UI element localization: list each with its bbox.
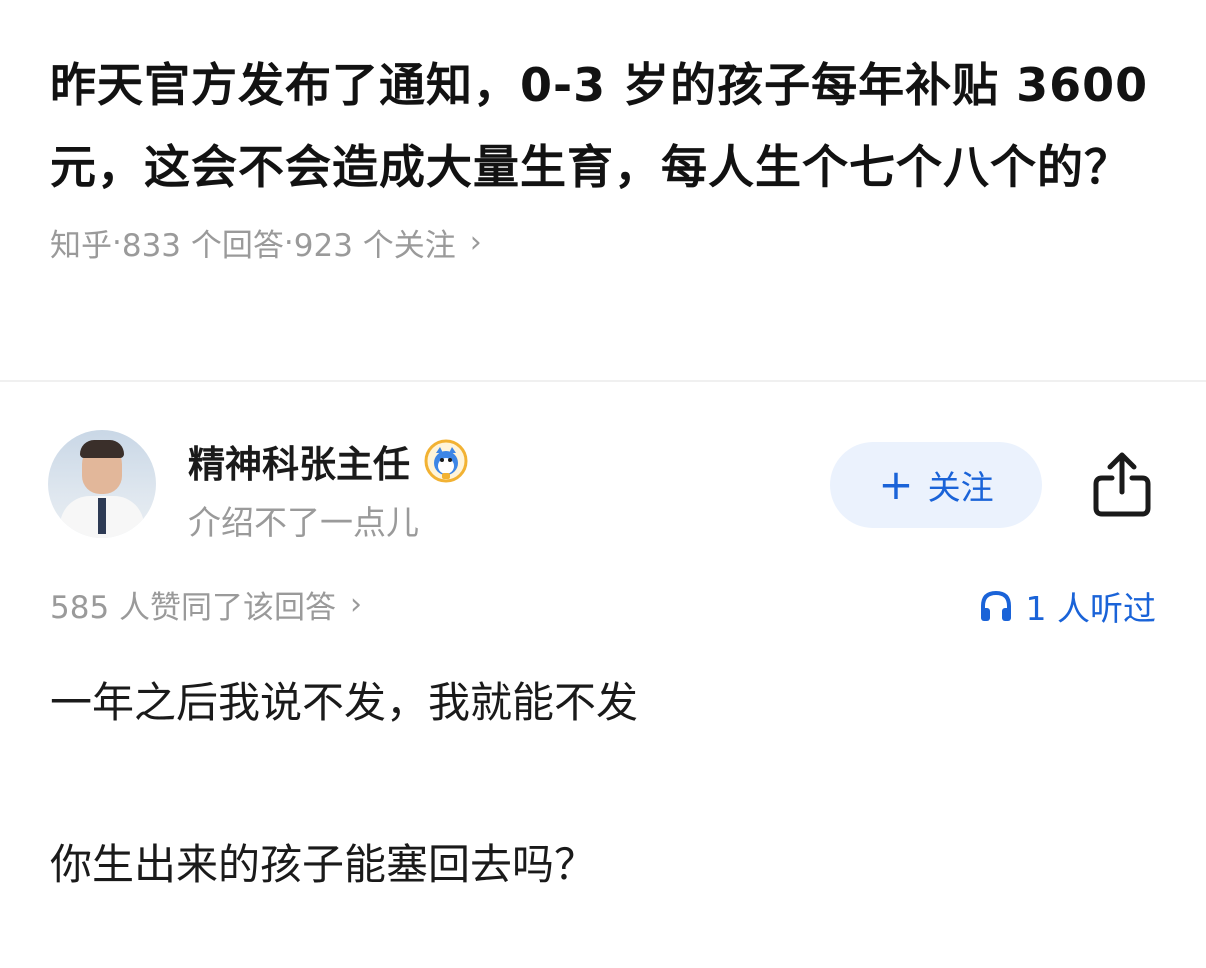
answer-stats: 585 人赞同了该回答 › 1 人听过: [50, 582, 1156, 630]
question-title[interactable]: 昨天官方发布了通知，0-3 岁的孩子每年补贴 3600 元，这会不会造成大量生育…: [50, 44, 1150, 208]
meta-separator: ·: [283, 224, 294, 261]
source-label: 知乎: [50, 228, 112, 264]
likes-summary[interactable]: 585 人赞同了该回答 ›: [50, 582, 362, 627]
answer-paragraph: 你生出来的孩子能塞回去吗？: [50, 840, 597, 889]
plus-icon: +: [878, 460, 914, 509]
chevron-right-icon: ›: [350, 587, 363, 622]
listeners-count: 1 人听过: [1025, 589, 1157, 628]
author-name-row[interactable]: 精神科张主任: [188, 434, 468, 488]
chevron-right-icon: ›: [469, 225, 482, 260]
answers-count: 833 个回答: [121, 228, 284, 264]
author-row: 精神科张主任 介绍不了一点儿 + 关注: [48, 430, 1158, 542]
share-icon[interactable]: [1090, 450, 1154, 518]
avatar-hair: [80, 440, 124, 458]
headphones-icon: [980, 590, 1011, 621]
badge-icon: [424, 439, 468, 483]
author-name[interactable]: 精神科张主任: [188, 434, 410, 488]
answer-body: 一年之后我说不发，我就能不发 你生出来的孩子能塞回去吗？: [50, 672, 1150, 896]
question-header: 昨天官方发布了通知，0-3 岁的孩子每年补贴 3600 元，这会不会造成大量生育…: [50, 44, 1150, 265]
question-meta[interactable]: 知乎 · 833 个回答 · 923 个关注 ›: [50, 220, 1150, 265]
likes-count: 585 人赞同了该回答: [50, 590, 337, 626]
author-bio: 介绍不了一点儿: [188, 503, 419, 542]
listen-button[interactable]: 1 人听过: [978, 582, 1157, 630]
section-divider: [0, 380, 1206, 382]
meta-separator: ·: [112, 224, 122, 261]
followers-count: 923 个关注: [293, 228, 456, 264]
avatar[interactable]: [48, 430, 156, 538]
avatar-tie: [98, 498, 106, 534]
answer-paragraph: 一年之后我说不发，我就能不发: [50, 678, 639, 727]
follow-button[interactable]: + 关注: [830, 442, 1042, 528]
follow-label: 关注: [927, 468, 994, 507]
